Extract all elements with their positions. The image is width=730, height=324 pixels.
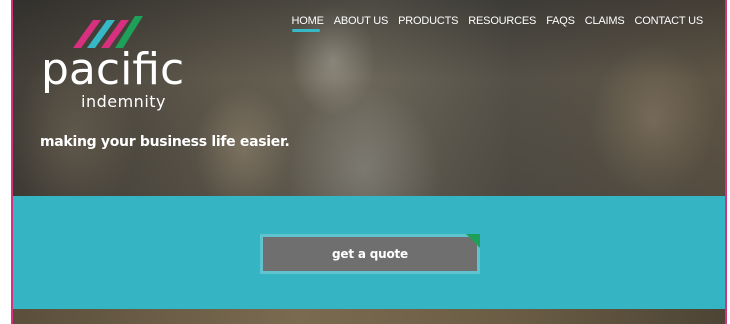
nav-contact-us[interactable]: CONTACT US bbox=[635, 15, 704, 27]
page-frame: pacific indemnity HOME ABOUT US PRODUCTS… bbox=[11, 0, 727, 324]
nav-resources[interactable]: RESOURCES bbox=[468, 15, 536, 27]
nav-home[interactable]: HOME bbox=[291, 15, 324, 32]
logo-subtitle: indemnity bbox=[81, 92, 166, 111]
corner-accent-icon bbox=[466, 234, 480, 248]
lower-image-strip bbox=[13, 309, 725, 324]
logo-wordmark: pacific bbox=[41, 44, 185, 95]
get-a-quote-button[interactable]: get a quote bbox=[260, 234, 480, 274]
nav-claims[interactable]: CLAIMS bbox=[585, 15, 625, 27]
nav-products[interactable]: PRODUCTS bbox=[398, 15, 458, 27]
nav-about-us[interactable]: ABOUT US bbox=[334, 15, 389, 27]
get-a-quote-label: get a quote bbox=[332, 247, 408, 261]
main-nav: HOME ABOUT US PRODUCTS RESOURCES FAQS CL… bbox=[291, 15, 704, 32]
nav-faqs[interactable]: FAQS bbox=[546, 15, 575, 27]
hero-tagline: making your business life easier. bbox=[40, 134, 290, 150]
